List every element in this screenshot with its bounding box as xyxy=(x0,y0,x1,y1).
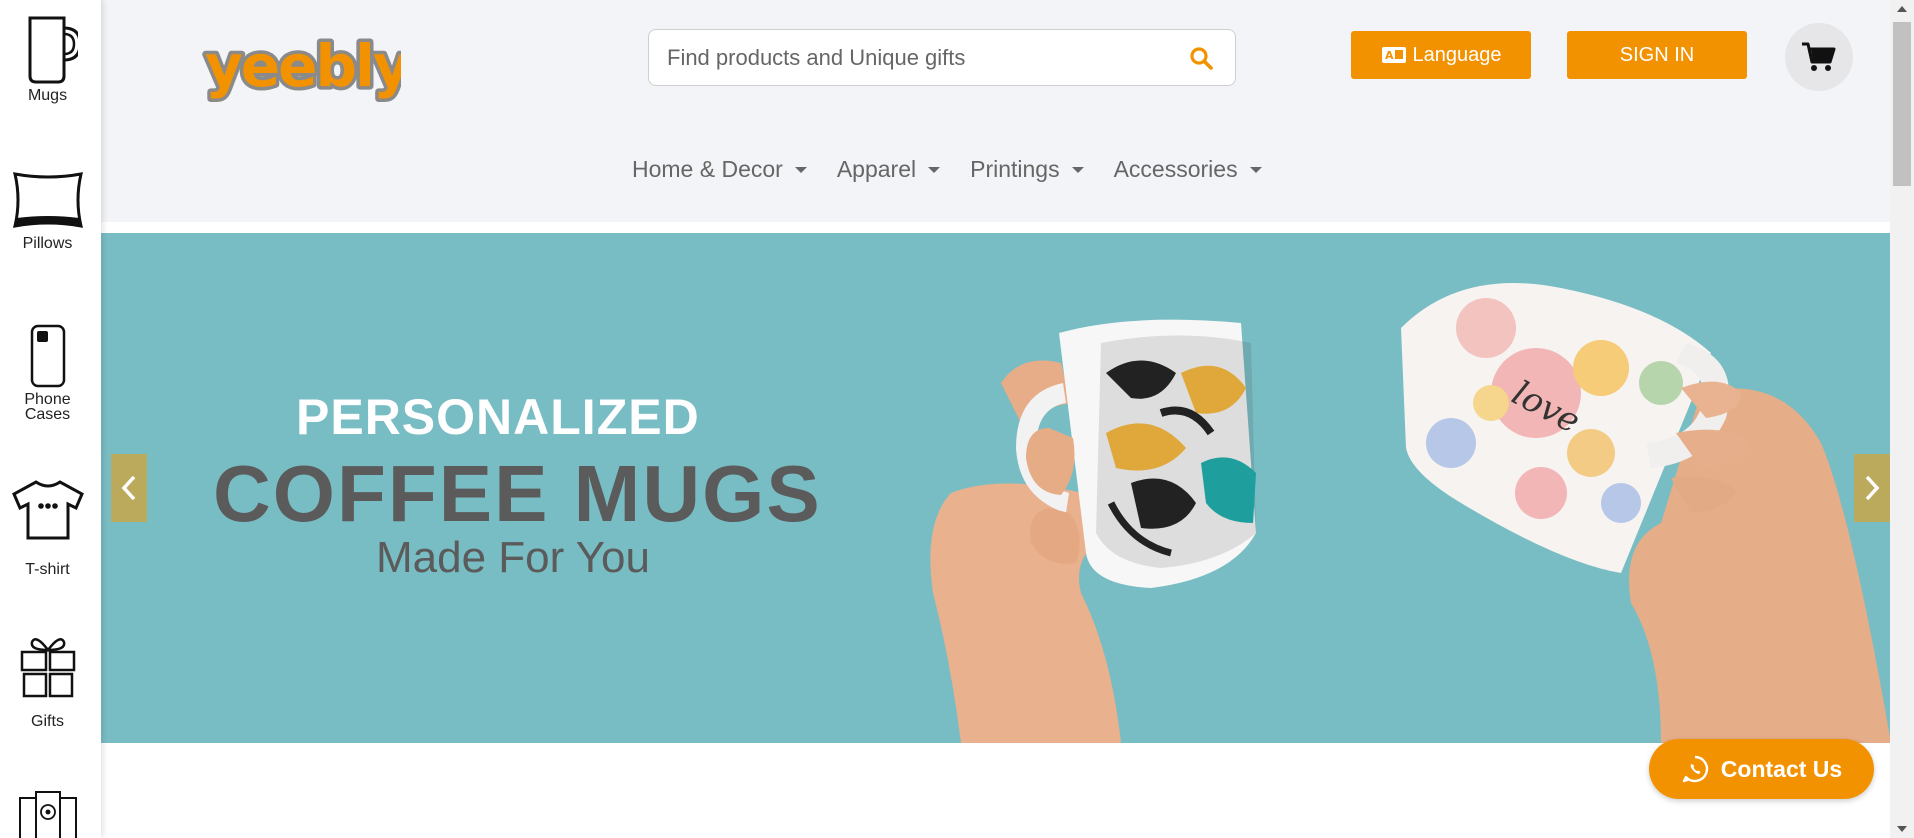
nav-printings[interactable]: Printings xyxy=(970,156,1084,183)
gift-icon xyxy=(20,638,75,698)
translate-icon: A xyxy=(1381,47,1406,63)
sidebar-item-label: Phone Cases xyxy=(24,391,71,423)
svg-text:yeebly: yeebly xyxy=(205,32,401,100)
scroll-up-arrow-icon[interactable] xyxy=(1897,6,1907,12)
contact-us-label: Contact Us xyxy=(1720,755,1843,782)
sidebar-item-gifts[interactable]: Gifts xyxy=(0,634,95,730)
chevron-down-icon xyxy=(794,166,807,173)
sidebar-item-label: Mugs xyxy=(27,87,68,104)
tshirt-icon xyxy=(11,480,84,540)
sidebar-item-tshirt[interactable]: T-shirt xyxy=(0,478,95,578)
carousel-next-button[interactable] xyxy=(1854,454,1890,522)
svg-text:A: A xyxy=(1385,49,1394,62)
mug-icon xyxy=(28,16,78,84)
sidebar-item-label: Gifts xyxy=(31,713,64,730)
sidebar-item-label: Pillows xyxy=(22,235,73,252)
nav-home-decor[interactable]: Home & Decor xyxy=(632,156,807,183)
search-icon[interactable] xyxy=(1189,46,1213,75)
frames-icon xyxy=(18,791,77,838)
contact-us-button[interactable]: Contact Us xyxy=(1649,739,1874,799)
search-input[interactable] xyxy=(667,30,1167,85)
carousel-prev-button[interactable] xyxy=(111,454,147,522)
sidebar-item-label: T-shirt xyxy=(25,561,70,578)
cart-button[interactable] xyxy=(1785,23,1853,91)
sidebar-item-mugs[interactable]: Mugs xyxy=(0,14,95,104)
yeebly-logo[interactable]: yeebly xyxy=(201,18,416,108)
sidebar-item-phone-cases[interactable]: Phone Cases xyxy=(0,324,95,423)
chevron-down-icon xyxy=(928,166,941,173)
phone-case-icon xyxy=(30,324,65,388)
sidebar-item-pillows[interactable]: Pillows xyxy=(0,168,95,252)
signin-button[interactable]: SIGN IN xyxy=(1567,31,1747,79)
language-label: Language xyxy=(1412,43,1502,66)
scroll-thumb[interactable] xyxy=(1893,22,1911,186)
hero-line2: COFFEE MUGS xyxy=(213,449,822,538)
nav-accessories[interactable]: Accessories xyxy=(1114,156,1262,183)
language-button[interactable]: A Language xyxy=(1351,31,1531,79)
scroll-down-arrow-icon[interactable] xyxy=(1897,826,1907,832)
chevron-down-icon xyxy=(1071,166,1084,173)
main-nav: Home & Decor Apparel Printings Accessori… xyxy=(632,156,1292,183)
page: Mugs Pillows Phone Cases T-shirt Gifts y… xyxy=(0,0,1914,838)
category-sidebar: Mugs Pillows Phone Cases T-shirt Gifts xyxy=(0,0,101,838)
sidebar-item-frames[interactable] xyxy=(0,790,95,838)
hero-line3: Made For You xyxy=(376,533,650,582)
chevron-left-icon xyxy=(121,475,136,501)
chevron-right-icon xyxy=(1865,475,1880,501)
nav-apparel[interactable]: Apparel xyxy=(837,156,941,183)
site-header: yeebly A Language SIGN IN xyxy=(101,0,1890,222)
cart-icon xyxy=(1802,42,1836,71)
chevron-down-icon xyxy=(1249,166,1262,173)
page-scrollbar[interactable] xyxy=(1890,0,1914,838)
pillow-icon xyxy=(12,172,83,228)
search-box xyxy=(648,29,1236,86)
hero-banner: love PERSONALIZED COFFEE MUGS Made For Y… xyxy=(101,233,1890,743)
whatsapp-icon xyxy=(1682,755,1708,783)
hero-line1: PERSONALIZED xyxy=(296,389,700,445)
